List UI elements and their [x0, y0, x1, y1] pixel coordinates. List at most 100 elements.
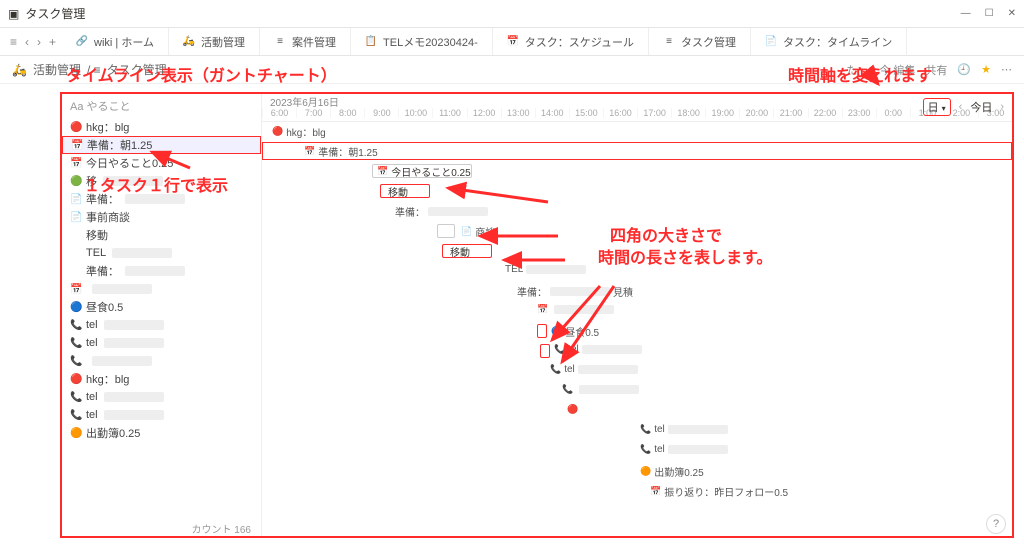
sidebar-header: Aa やること — [62, 94, 261, 118]
timeline-row: 📞tel — [262, 362, 1012, 382]
task-list-row[interactable]: 📞tel — [62, 388, 261, 406]
row-label: 移 — [86, 173, 97, 189]
timeline-row: 移動 — [262, 242, 1012, 262]
tab-telmemo[interactable]: 📋TELメモ20230424- — [351, 28, 493, 55]
timeline-label[interactable]: 🔴hkg：blg — [272, 124, 326, 139]
row-icon: 📅 — [71, 140, 83, 151]
timeline-label[interactable]: 📞 — [562, 384, 639, 395]
calendar-icon: 📅 — [507, 36, 519, 48]
task-list-row[interactable]: 🟢移 — [62, 172, 261, 190]
task-list-sidebar: Aa やること 🔴hkg：blg📅準備：朝1.25📅今日やること0.25🟢移📄準… — [62, 94, 262, 536]
timeline-bar[interactable] — [540, 344, 550, 358]
sidebar-count: カウント 166 — [192, 521, 251, 536]
row-label: 準備： — [86, 191, 119, 207]
timeline-next[interactable]: › — [1000, 101, 1004, 113]
timeline-unit-selector[interactable]: 日 ▾ — [923, 98, 951, 116]
star-button[interactable]: ★ — [981, 63, 991, 76]
hour-tick: 6:00 — [262, 108, 296, 118]
task-list-row[interactable]: 準備： — [62, 262, 261, 280]
hour-tick: 17:00 — [637, 108, 671, 118]
timeline-label[interactable]: 準備：見積 — [514, 284, 633, 299]
breadcrumb-page[interactable]: タスク管理 — [107, 61, 167, 78]
tab-wiki[interactable]: 🔗wiki | ホーム — [62, 28, 169, 55]
row-icon: 📄 — [70, 212, 82, 223]
minimize-button[interactable]: — — [961, 8, 971, 19]
row-label: 昼食0.5 — [86, 299, 123, 315]
hour-tick: 18:00 — [671, 108, 705, 118]
hour-tick: 11:00 — [432, 108, 466, 118]
tab-activity[interactable]: 🛵活動管理 — [169, 28, 260, 55]
close-button[interactable]: ✕ — [1008, 8, 1016, 19]
task-list-row[interactable]: 📞tel — [62, 406, 261, 424]
timeline-row: TEL — [262, 262, 1012, 282]
timeline-label[interactable]: 📞tel — [550, 364, 638, 375]
row-icon: 📞 — [70, 410, 82, 421]
timeline-row: 準備： — [262, 202, 1012, 222]
tab-deals[interactable]: ≡案件管理 — [260, 28, 351, 55]
timeline-label[interactable]: 📞tel — [640, 444, 728, 455]
task-list-row[interactable]: 🔴hkg：blg — [62, 370, 261, 388]
timeline-today[interactable]: 今日 — [970, 99, 992, 115]
task-list-row[interactable]: 📅 — [62, 280, 261, 298]
hour-tick: 12:00 — [467, 108, 501, 118]
task-list-row[interactable]: 📅今日やること0.25 — [62, 154, 261, 172]
timeline-row: 🔵昼食0.5 — [262, 322, 1012, 342]
tab-timeline[interactable]: 📄タスク：タイムライン — [751, 28, 907, 55]
row-icon: 🔴 — [70, 122, 82, 133]
hour-tick: 13:00 — [501, 108, 535, 118]
doc-icon: 📄 — [765, 36, 777, 48]
task-list-row[interactable]: 移動 — [62, 226, 261, 244]
tab-schedule[interactable]: 📅タスク：スケジュール — [493, 28, 649, 55]
timeline-label[interactable]: TEL — [502, 264, 586, 275]
timeline-bar[interactable] — [537, 324, 547, 338]
tab-task-manage[interactable]: ≡タスク管理 — [649, 28, 751, 55]
hour-tick: 10:00 — [398, 108, 432, 118]
timeline-bar[interactable] — [437, 224, 455, 238]
task-list-row[interactable]: 📞tel — [62, 334, 261, 352]
timeline-label[interactable]: 🔴 — [567, 404, 581, 415]
clock-icon[interactable]: 🕘 — [957, 63, 971, 76]
task-list-row[interactable]: 🔴hkg：blg — [62, 118, 261, 136]
timeline-bar[interactable]: 📅今日やること0.25 — [372, 164, 472, 178]
timeline-area: 2023年6月16日 6:007:008:009:0010:0011:0012:… — [262, 94, 1012, 536]
task-list-row[interactable]: 📞tel — [62, 316, 261, 334]
hour-tick: 22:00 — [808, 108, 842, 118]
task-list-row[interactable]: 📞 — [62, 352, 261, 370]
list-icon: ≡ — [274, 36, 286, 48]
nav-back[interactable]: ‹ — [25, 35, 29, 49]
task-list-row[interactable]: 📅準備：朝1.25 — [62, 136, 261, 154]
timeline-date: 2023年6月16日 — [270, 94, 339, 108]
timeline-row: 📞tel — [262, 342, 1012, 362]
hour-tick: 15:00 — [569, 108, 603, 118]
share-button[interactable]: 共有 — [925, 62, 947, 78]
menu-icon[interactable]: ≡ — [10, 35, 17, 49]
help-button[interactable]: ? — [986, 514, 1006, 534]
nav-forward[interactable]: › — [37, 35, 41, 49]
timeline-row: 移動 — [262, 182, 1012, 202]
hour-tick: 20:00 — [739, 108, 773, 118]
more-button[interactable]: ⋯ — [1001, 63, 1012, 76]
task-list-row[interactable]: 🔵昼食0.5 — [62, 298, 261, 316]
scooter-icon: 🛵 — [12, 63, 27, 77]
timeline-label[interactable]: 📞tel — [640, 424, 728, 435]
task-list-row[interactable]: 🟠出勤簿0.25 — [62, 424, 261, 442]
row-icon: 📅 — [70, 158, 82, 169]
timeline-label[interactable]: 🟠出勤簿0.25 — [640, 464, 704, 479]
task-list-row[interactable]: 📄準備： — [62, 190, 261, 208]
breadcrumb-root[interactable]: 活動管理 — [33, 61, 81, 78]
timeline-row: 📄商談 — [262, 222, 1012, 242]
maximize-button[interactable]: ☐ — [985, 8, 994, 19]
timeline-label[interactable]: 📅振り返り：昨日フォロー0.5 — [650, 484, 788, 499]
task-list-row[interactable]: TEL — [62, 244, 261, 262]
timeline-bar[interactable]: 📅準備：朝1.25 — [304, 144, 378, 159]
timeline-bar[interactable]: 移動 — [380, 184, 430, 198]
timeline-label[interactable]: 📅 — [537, 304, 614, 315]
task-list-row[interactable]: 📄事前商談 — [62, 208, 261, 226]
timeline-bar[interactable]: 移動 — [442, 244, 492, 258]
new-tab[interactable]: + — [49, 35, 56, 49]
timeline-prev[interactable]: ‹ — [959, 101, 963, 113]
timeline-row: 🔴 — [262, 402, 1012, 422]
link-icon: 🔗 — [76, 36, 88, 48]
row-icon: 🔴 — [70, 374, 82, 385]
timeline-label[interactable]: 準備： — [392, 204, 488, 219]
